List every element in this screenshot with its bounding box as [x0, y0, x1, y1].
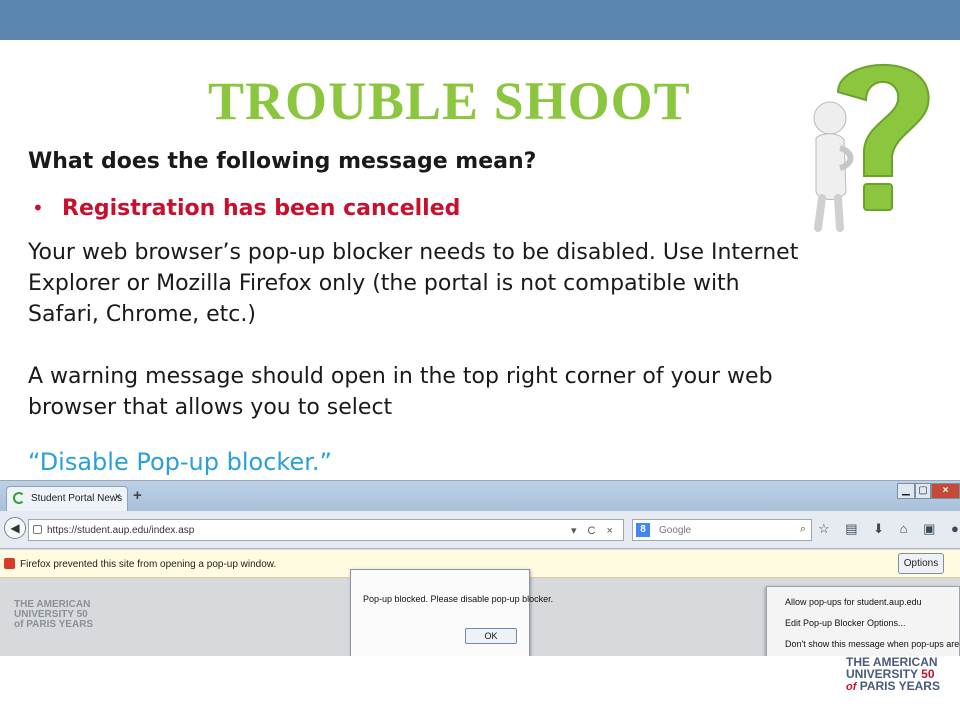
disable-popup-quote: “Disable Pop-up blocker.”	[28, 448, 332, 476]
tab-title: Student Portal News	[31, 493, 123, 504]
search-input[interactable]: 8 Google ⌕	[632, 519, 812, 541]
logo-line: of PARIS YEARS	[14, 619, 94, 630]
options-menu: Allow pop-ups for student.aup.edu Edit P…	[766, 586, 960, 656]
instruction-paragraph-1: Your web browser’s pop-up blocker needs …	[28, 240, 799, 327]
url-bar-icons[interactable]: ▾ C ×	[571, 524, 617, 537]
menu-item-edit-options[interactable]: Edit Pop-up Blocker Options...	[785, 618, 906, 628]
url-bar[interactable]: https://student.aup.edu/index.asp ▾ C ×	[28, 519, 624, 541]
search-placeholder: Google	[659, 525, 692, 536]
close-window-button[interactable]: ×	[931, 483, 960, 499]
site-identity-icon[interactable]	[33, 525, 42, 534]
maximize-button[interactable]: ▢	[915, 483, 931, 499]
toolbar-icons[interactable]: ☆ ▤ ⬇ ⌂ ▣ ● ≡	[818, 521, 960, 537]
question-text: What does the following message mean?	[28, 149, 537, 174]
tab-strip: Student Portal News × + ▁ ▢ ×	[0, 481, 960, 511]
logo-text: PARIS YEARS	[859, 679, 940, 693]
logo-line-3: of PARIS YEARS	[846, 680, 940, 693]
google-search-engine-icon[interactable]: 8	[636, 523, 650, 537]
minimize-button[interactable]: ▁	[897, 483, 915, 499]
tab-close-icon[interactable]: ×	[115, 491, 121, 503]
browser-screenshot: Student Portal News × + ▁ ▢ × ◀ https://…	[0, 480, 960, 656]
aup-logo: THE AMERICAN UNIVERSITY 50 of PARIS YEAR…	[14, 600, 93, 630]
bullet-text: Registration has been cancelled	[62, 196, 461, 221]
menu-item-allow-popups[interactable]: Allow pop-ups for student.aup.edu	[785, 597, 922, 607]
options-button[interactable]: Options	[898, 553, 944, 574]
back-button[interactable]: ◀	[4, 517, 26, 539]
menu-item-dont-show[interactable]: Don't show this message when pop-ups are…	[785, 639, 960, 649]
loading-icon	[13, 492, 25, 504]
url-text: https://student.aup.edu/index.asp	[47, 525, 195, 536]
top-banner-bar	[0, 0, 960, 40]
aup-50-years-logo: THE AMERICAN UNIVERSITY 50 of PARIS YEAR…	[846, 656, 940, 693]
slide-title: TROUBLE SHOOT	[208, 71, 691, 131]
dialog-message: Pop-up blocked. Please disable pop-up bl…	[363, 594, 554, 604]
ok-button[interactable]: OK	[465, 628, 517, 644]
navigation-bar: ◀ https://student.aup.edu/index.asp ▾ C …	[0, 511, 960, 549]
popup-blocked-dialog: Pop-up blocked. Please disable pop-up bl…	[350, 569, 553, 656]
warning-icon	[4, 558, 15, 569]
new-tab-button[interactable]: +	[133, 487, 142, 504]
thinking-man-question-mark-icon	[813, 63, 930, 232]
instruction-paragraph-2: A warning message should open in the top…	[28, 364, 773, 420]
bullet-dot-icon: •	[32, 196, 44, 220]
search-icon[interactable]: ⌕	[800, 523, 806, 536]
logo-italic: of	[846, 681, 857, 693]
notification-text: Firefox prevented this site from opening…	[20, 559, 277, 570]
tab-student-portal-news[interactable]: Student Portal News ×	[6, 486, 128, 511]
